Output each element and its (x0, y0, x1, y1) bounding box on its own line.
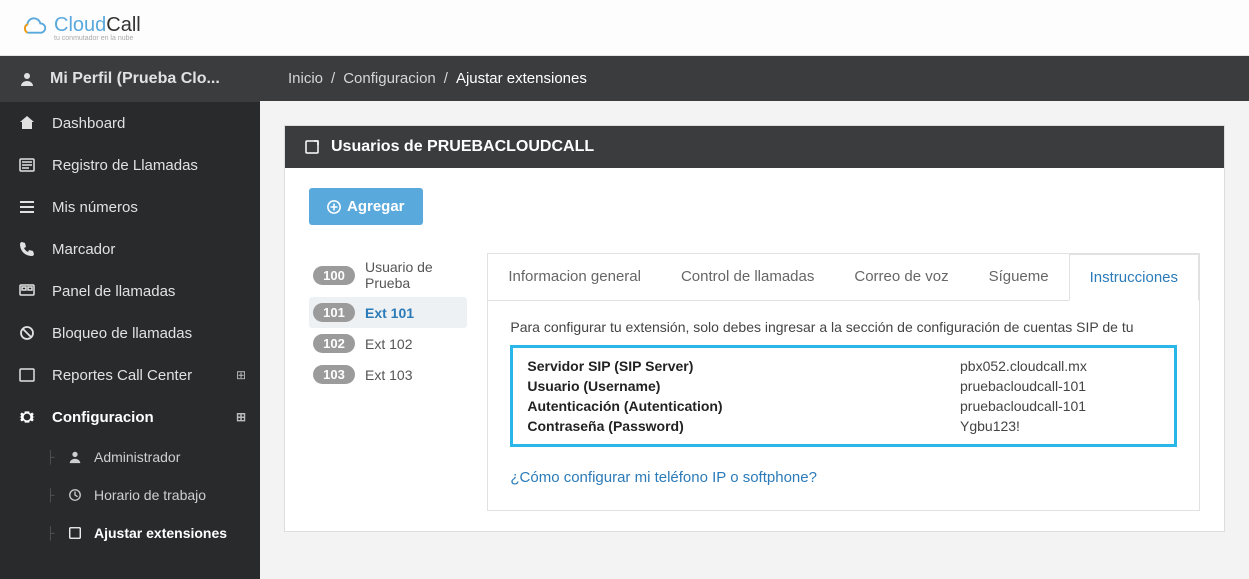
instructions-intro: Para configurar tu extensión, solo debes… (510, 319, 1177, 335)
sidebar-sub-extensiones[interactable]: ├ Ajustar extensiones (40, 514, 260, 552)
tabs: Informacion general Control de llamadas … (488, 254, 1199, 301)
add-button-label: Agregar (347, 198, 405, 215)
reports-icon (18, 366, 36, 384)
tree-glyph: ├ (46, 450, 56, 464)
sip-pass-label: Contraseña (Password) (527, 418, 940, 434)
user-icon (18, 70, 36, 88)
sidebar-sub-label: Administrador (94, 449, 180, 465)
logo-text: CloudCall (54, 14, 141, 36)
user-icon (66, 448, 84, 466)
tab-correo-voz[interactable]: Correo de voz (834, 254, 968, 300)
sidebar-item-configuracion[interactable]: Configuracion ⊞ (0, 396, 260, 438)
sidebar-sub-horario[interactable]: ├ Horario de trabajo (40, 476, 260, 514)
breadcrumb: Inicio / Configuracion / Ajustar extensi… (260, 56, 1249, 101)
plus-icon (327, 200, 341, 214)
sip-credentials-box: Servidor SIP (SIP Server) pbx052.cloudca… (510, 345, 1177, 447)
extension-label: Ext 102 (365, 336, 412, 352)
tab-body: Para configurar tu extensión, solo debes… (488, 301, 1199, 510)
sidebar-item-label: Registro de Llamadas (52, 157, 198, 174)
sidebar-sub-admin[interactable]: ├ Administrador (40, 438, 260, 476)
list-icon (18, 156, 36, 174)
ext-icon (66, 524, 84, 542)
tab-control-llamadas[interactable]: Control de llamadas (661, 254, 834, 300)
sip-user-label: Usuario (Username) (527, 378, 940, 394)
sidebar-item-label: Mis números (52, 199, 138, 216)
sip-server-label: Servidor SIP (SIP Server) (527, 358, 940, 374)
logo[interactable]: CloudCall tu conmutador en la nube (18, 14, 141, 42)
tree-glyph: ├ (46, 526, 56, 540)
phone-icon (18, 240, 36, 258)
panel-header: Usuarios de PRUEBACLOUDCALL (285, 126, 1224, 168)
sip-auth-value: pruebacloudcall-101 (960, 398, 1160, 414)
extension-label: Usuario de Prueba (365, 259, 463, 291)
numbers-icon (18, 198, 36, 216)
sip-auth-label: Autenticación (Autentication) (527, 398, 940, 414)
tab-sigueme[interactable]: Sígueme (969, 254, 1069, 300)
cloud-logo-icon (18, 17, 48, 39)
sidebar-profile[interactable]: Mi Perfil (Prueba Clo... (0, 56, 260, 102)
sidebar-subnav: ├ Administrador ├ Horario de trabajo ├ A… (0, 438, 260, 552)
logo-tagline: tu conmutador en la nube (54, 35, 141, 42)
sidebar-item-marcador[interactable]: Marcador (0, 228, 260, 270)
panel-icon (18, 282, 36, 300)
extension-item-100[interactable]: 100 Usuario de Prueba (309, 253, 467, 297)
extension-item-102[interactable]: 102 Ext 102 (309, 328, 467, 359)
sidebar-item-panel[interactable]: Panel de llamadas (0, 270, 260, 312)
sidebar-item-label: Marcador (52, 241, 115, 258)
tab-instrucciones[interactable]: Instrucciones (1069, 254, 1199, 301)
panel-title: Usuarios de PRUEBACLOUDCALL (331, 138, 594, 156)
sidebar-item-label: Panel de llamadas (52, 283, 175, 300)
extension-badge: 100 (313, 266, 355, 285)
sip-user-value: pruebacloudcall-101 (960, 378, 1160, 394)
main: Inicio / Configuracion / Ajustar extensi… (260, 56, 1249, 579)
extension-badge: 101 (313, 303, 355, 322)
extension-item-103[interactable]: 103 Ext 103 (309, 359, 467, 390)
extension-list: 100 Usuario de Prueba 101 Ext 101 102 Ex… (309, 253, 467, 390)
add-button[interactable]: Agregar (309, 188, 423, 225)
sidebar-item-bloqueo[interactable]: Bloqueo de llamadas (0, 312, 260, 354)
sidebar-sub-label: Ajustar extensiones (94, 525, 227, 541)
users-panel: Usuarios de PRUEBACLOUDCALL Agregar 100 … (284, 125, 1225, 532)
sip-server-value: pbx052.cloudcall.mx (960, 358, 1160, 374)
tree-glyph: ├ (46, 488, 56, 502)
sidebar-item-reportes[interactable]: Reportes Call Center ⊞ (0, 354, 260, 396)
tab-info-general[interactable]: Informacion general (488, 254, 661, 300)
profile-label: Mi Perfil (Prueba Clo... (50, 70, 220, 88)
expand-icon: ⊞ (236, 410, 246, 424)
breadcrumb-sep: / (331, 70, 335, 87)
sidebar-item-dashboard[interactable]: Dashboard (0, 102, 260, 144)
sip-pass-value: Ygbu123! (960, 418, 1160, 434)
block-icon (18, 324, 36, 342)
extension-label: Ext 101 (365, 305, 414, 321)
expand-icon: ⊞ (236, 368, 246, 382)
ext-icon (303, 138, 321, 156)
extension-label: Ext 103 (365, 367, 412, 383)
sidebar-item-label: Bloqueo de llamadas (52, 325, 192, 342)
extension-item-101[interactable]: 101 Ext 101 (309, 297, 467, 328)
breadcrumb-sep: / (444, 70, 448, 87)
extension-detail: Informacion general Control de llamadas … (487, 253, 1200, 511)
sidebar-sub-label: Horario de trabajo (94, 487, 206, 503)
extension-badge: 103 (313, 365, 355, 384)
home-icon (18, 114, 36, 132)
sidebar-item-label: Dashboard (52, 115, 125, 132)
breadcrumb-current: Ajustar extensiones (456, 70, 587, 87)
topbar: CloudCall tu conmutador en la nube (0, 0, 1249, 56)
sidebar-item-label: Reportes Call Center (52, 367, 192, 384)
help-link[interactable]: ¿Cómo configurar mi teléfono IP o softph… (510, 469, 817, 486)
breadcrumb-inicio[interactable]: Inicio (288, 70, 323, 87)
clock-icon (66, 486, 84, 504)
sidebar: Mi Perfil (Prueba Clo... Dashboard Regis… (0, 56, 260, 579)
breadcrumb-config[interactable]: Configuracion (343, 70, 436, 87)
sidebar-item-registro[interactable]: Registro de Llamadas (0, 144, 260, 186)
sidebar-item-numeros[interactable]: Mis números (0, 186, 260, 228)
sidebar-item-label: Configuracion (52, 409, 154, 426)
gear-icon (18, 408, 36, 426)
extension-badge: 102 (313, 334, 355, 353)
